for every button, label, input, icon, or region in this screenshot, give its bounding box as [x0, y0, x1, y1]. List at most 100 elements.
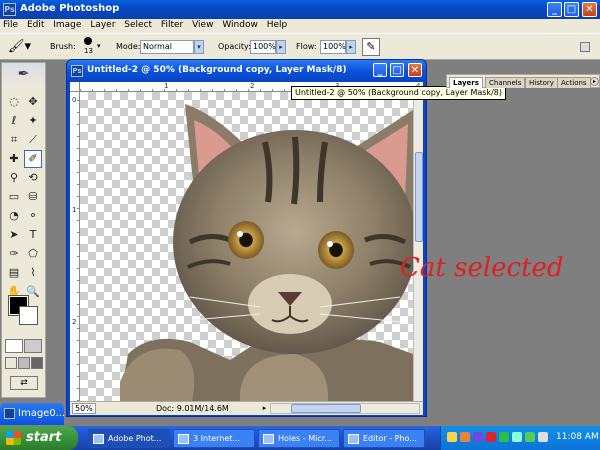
document-title-bar[interactable]: Ps Untitled-2 @ 50% (Background copy, La…	[67, 60, 426, 82]
minimize-button[interactable]: _	[547, 2, 562, 17]
type-tool-icon[interactable]: T	[24, 226, 42, 244]
start-button[interactable]: start	[0, 426, 78, 450]
mode-select[interactable]: Normal	[140, 40, 194, 54]
pen-tool-icon[interactable]: ✑	[5, 245, 23, 263]
document-title: Untitled-2 @ 50% (Background copy, Layer…	[87, 65, 347, 75]
clock[interactable]: 11:08 AM	[556, 432, 599, 442]
imageready-icon[interactable]: ⇄	[10, 376, 38, 390]
task-photoshop[interactable]: Adobe Phot...	[88, 429, 170, 448]
history-brush-icon[interactable]: ⟲	[24, 169, 42, 187]
task-editor[interactable]: Editor - Pho...	[343, 429, 425, 448]
magic-wand-icon[interactable]: ✦	[24, 112, 42, 130]
tray-icon[interactable]	[447, 432, 457, 442]
tray-icon[interactable]	[525, 432, 535, 442]
brush-picker-arrow-icon[interactable]: ▾	[97, 42, 101, 50]
close-button[interactable]: ✕	[582, 2, 597, 17]
vertical-scroll-thumb[interactable]	[415, 152, 423, 242]
doc-maximize-button[interactable]: □	[390, 63, 404, 77]
notes-tool-icon[interactable]: ▤	[5, 264, 23, 282]
healing-brush-icon[interactable]: ✚	[5, 150, 23, 168]
tab-actions[interactable]: Actions	[557, 77, 591, 88]
tray-icon[interactable]	[499, 432, 509, 442]
document-status-bar: 50% Doc: 9.01M/14.6M ▸	[70, 401, 423, 415]
dodge-tool-icon[interactable]: ⚬	[24, 207, 42, 225]
ruler-origin[interactable]	[70, 82, 80, 92]
task-word[interactable]: Holes - Micr...	[258, 429, 340, 448]
doc-size-info[interactable]: Doc: 9.01M/14.6M	[156, 404, 229, 413]
slice-tool-icon[interactable]: ⟋	[24, 131, 42, 149]
tab-layers[interactable]: Layers	[449, 77, 483, 88]
photoshop-icon[interactable]: Ps	[3, 3, 16, 16]
flow-label: Flow:	[296, 42, 317, 51]
move-tool-icon[interactable]: ✥	[24, 93, 42, 111]
eraser-tool-icon[interactable]: ▭	[5, 188, 23, 206]
horizontal-scrollbar[interactable]	[270, 403, 420, 414]
zoom-field[interactable]: 50%	[72, 403, 96, 414]
background-color-swatch[interactable]	[19, 306, 38, 325]
screen-mode-full-icon[interactable]	[31, 357, 43, 369]
annotation-text: Cat selected	[400, 253, 564, 283]
screen-mode-menu-icon[interactable]	[18, 357, 30, 369]
screen-mode-standard-icon[interactable]	[5, 357, 17, 369]
palette-menu-icon[interactable]: ▸	[590, 77, 599, 86]
task-label: Editor - Pho...	[363, 434, 417, 443]
vertical-scrollbar[interactable]	[413, 92, 423, 401]
doc-close-button[interactable]: ✕	[408, 63, 422, 77]
document-body: 1 2 3 4 0 1 2	[70, 82, 423, 415]
brush-tool-preset-icon[interactable]: 🖌▾	[8, 39, 38, 55]
flow-arrow-icon[interactable]: ▸	[346, 40, 356, 54]
standard-mode-icon[interactable]	[5, 339, 23, 353]
menu-layer[interactable]: Layer	[87, 19, 118, 30]
clone-stamp-icon[interactable]: ⚲	[5, 169, 23, 187]
quick-mask-icon[interactable]	[24, 339, 42, 353]
image-canvas[interactable]	[80, 92, 413, 401]
network-icon[interactable]	[512, 432, 522, 442]
menu-filter[interactable]: Filter	[158, 19, 186, 30]
flow-field[interactable]: 100%	[320, 40, 346, 54]
opacity-arrow-icon[interactable]: ▸	[276, 40, 286, 54]
paint-bucket-icon[interactable]: ⛁	[24, 188, 42, 206]
document-icon	[4, 408, 15, 419]
doc-minimize-button[interactable]: _	[373, 63, 387, 77]
tray-icon[interactable]	[486, 432, 496, 442]
lasso-tool-icon[interactable]: ℓ	[5, 112, 23, 130]
menu-view[interactable]: View	[189, 19, 216, 30]
mode-dropdown-icon[interactable]: ▾	[194, 40, 204, 54]
ruler-label: 1	[72, 206, 77, 214]
shape-tool-icon[interactable]: ⬠	[24, 245, 42, 263]
crop-tool-icon[interactable]: ⌗	[5, 131, 23, 149]
volume-icon[interactable]	[538, 432, 548, 442]
menu-bar: File Edit Image Layer Select Filter View…	[0, 19, 600, 33]
brush-preview-icon[interactable]	[84, 37, 92, 45]
brush-tool-icon[interactable]: ✐	[24, 150, 42, 168]
eyedropper-icon[interactable]: ⌇	[24, 264, 42, 282]
menu-select[interactable]: Select	[121, 19, 155, 30]
tray-icon[interactable]	[460, 432, 470, 442]
app-title-bar[interactable]: Ps Adobe Photoshop _ □ ✕	[0, 0, 600, 19]
status-menu-arrow-icon[interactable]: ▸	[260, 403, 269, 414]
tray-icon[interactable]	[473, 432, 483, 442]
vertical-ruler[interactable]: 0 1 2	[70, 92, 80, 401]
blur-tool-icon[interactable]: ◔	[5, 207, 23, 225]
menu-file[interactable]: File	[0, 19, 21, 30]
editor-icon	[348, 434, 359, 444]
menu-image[interactable]: Image	[50, 19, 84, 30]
marquee-tool-icon[interactable]: ◌	[5, 93, 23, 111]
document-icon[interactable]: Ps	[71, 65, 83, 77]
task-internet-explorer[interactable]: 3 Internet...	[173, 429, 255, 448]
palette-well-icon[interactable]	[580, 42, 590, 52]
menu-help[interactable]: Help	[264, 19, 291, 30]
brush-size: 13	[84, 47, 93, 55]
maximize-button[interactable]: □	[564, 2, 579, 17]
path-select-icon[interactable]: ➤	[5, 226, 23, 244]
cat-image	[120, 104, 413, 401]
feather-icon[interactable]: ✒	[2, 63, 45, 87]
opacity-field[interactable]: 100%	[250, 40, 276, 54]
tab-channels[interactable]: Channels	[485, 77, 526, 88]
horizontal-scroll-thumb[interactable]	[291, 404, 361, 413]
tab-history[interactable]: History	[525, 77, 558, 88]
airbrush-icon[interactable]: ✎	[362, 38, 380, 56]
menu-edit[interactable]: Edit	[24, 19, 47, 30]
menu-window[interactable]: Window	[219, 19, 261, 30]
minimized-document[interactable]: Image0...	[0, 403, 65, 425]
